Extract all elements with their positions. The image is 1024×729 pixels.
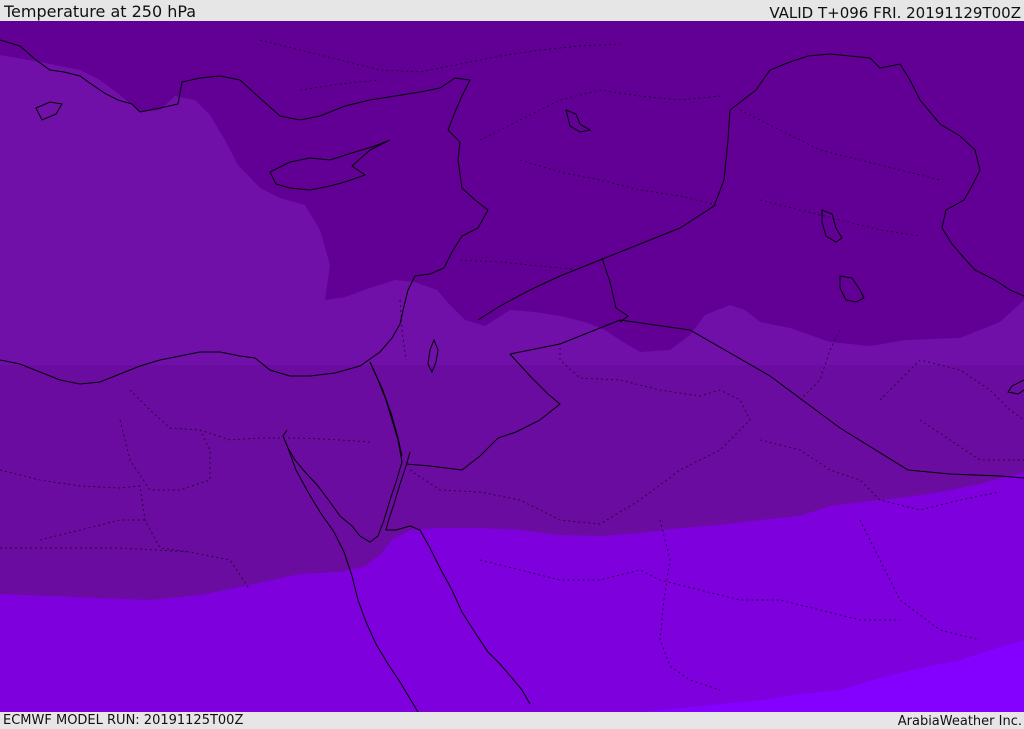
- valid-time: VALID T+096 FRI. 20191129T00Z: [769, 4, 1021, 22]
- header-bar: Temperature at 250 hPa VALID T+096 FRI. …: [0, 0, 1024, 22]
- model-run-label: ECMWF MODEL RUN: 20191125T00Z: [3, 713, 244, 728]
- footer-bar: ECMWF MODEL RUN: 20191125T00Z ArabiaWeat…: [0, 712, 1024, 729]
- provider-credit: ArabiaWeather Inc.: [897, 714, 1022, 729]
- map-canvas[interactable]: [0, 21, 1024, 712]
- map-title: Temperature at 250 hPa: [4, 2, 197, 21]
